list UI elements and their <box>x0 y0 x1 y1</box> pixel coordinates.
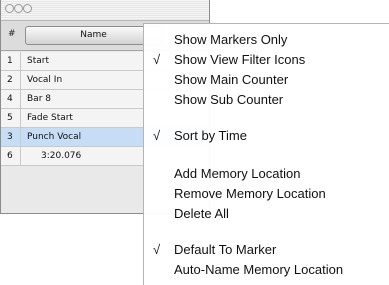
location-name: Start <box>27 56 49 66</box>
location-number: 1 <box>7 56 13 66</box>
location-name: Bar 8 <box>27 94 51 104</box>
menu-item-label: Auto-Name Memory Location <box>174 262 344 277</box>
close-window-icon[interactable] <box>5 4 14 13</box>
menu-item-label: Sort by Time <box>174 128 247 143</box>
menu-item-label: Remove Memory Location <box>174 186 326 201</box>
menu-item-label: Show View Filter Icons <box>174 52 306 67</box>
menu-item-auto-name-memory-location[interactable]: Auto-Name Memory Location <box>144 261 389 279</box>
location-time: 3:20.076 <box>41 151 82 161</box>
menu-item-show-markers-only[interactable]: Show Markers Only <box>144 31 389 49</box>
location-name: Punch Vocal <box>27 132 82 142</box>
column-divider <box>20 52 21 70</box>
menu-item-add-memory-location[interactable]: Add Memory Location <box>144 165 389 183</box>
column-divider <box>20 71 21 89</box>
location-name: Vocal In <box>27 75 63 85</box>
location-number: 2 <box>7 75 13 85</box>
location-number: 5 <box>7 113 13 123</box>
column-divider <box>20 109 21 127</box>
options-popup-menu: Show Markers Only √ Show View Filter Ico… <box>143 23 389 285</box>
menu-item-delete-all[interactable]: Delete All <box>144 205 389 223</box>
menu-item-label: Delete All <box>174 206 229 221</box>
location-number: 4 <box>7 94 13 104</box>
column-divider <box>20 128 21 146</box>
column-divider <box>20 90 21 108</box>
minimize-window-icon[interactable] <box>14 4 23 13</box>
menu-item-label: Show Sub Counter <box>174 92 284 107</box>
menu-item-sort-by-time[interactable]: √ Sort by Time <box>144 127 389 145</box>
menu-item-label: Show Markers Only <box>174 32 288 47</box>
menu-item-label: Add Memory Location <box>174 166 301 181</box>
menu-item-show-sub-counter[interactable]: Show Sub Counter <box>144 91 389 109</box>
zoom-window-icon[interactable] <box>23 4 32 13</box>
location-name: Fade Start <box>27 113 73 123</box>
menu-item-default-to-marker[interactable]: √ Default To Marker <box>144 241 389 259</box>
menu-item-show-view-filter-icons[interactable]: √ Show View Filter Icons <box>144 51 389 69</box>
window-titlebar[interactable] <box>1 0 209 21</box>
menu-item-remove-memory-location[interactable]: Remove Memory Location <box>144 185 389 203</box>
checkmark-icon: √ <box>153 52 161 67</box>
column-header-name[interactable]: Name <box>25 26 162 45</box>
menu-item-show-main-counter[interactable]: Show Main Counter <box>144 71 389 89</box>
column-divider <box>20 147 21 165</box>
location-number: 3 <box>7 132 13 142</box>
checkmark-icon: √ <box>153 128 161 143</box>
menu-item-label: Default To Marker <box>174 242 277 257</box>
checkmark-icon: √ <box>153 242 161 257</box>
location-number: 6 <box>7 151 13 161</box>
menu-item-label: Show Main Counter <box>174 72 289 87</box>
column-header-number[interactable]: # <box>8 29 16 39</box>
